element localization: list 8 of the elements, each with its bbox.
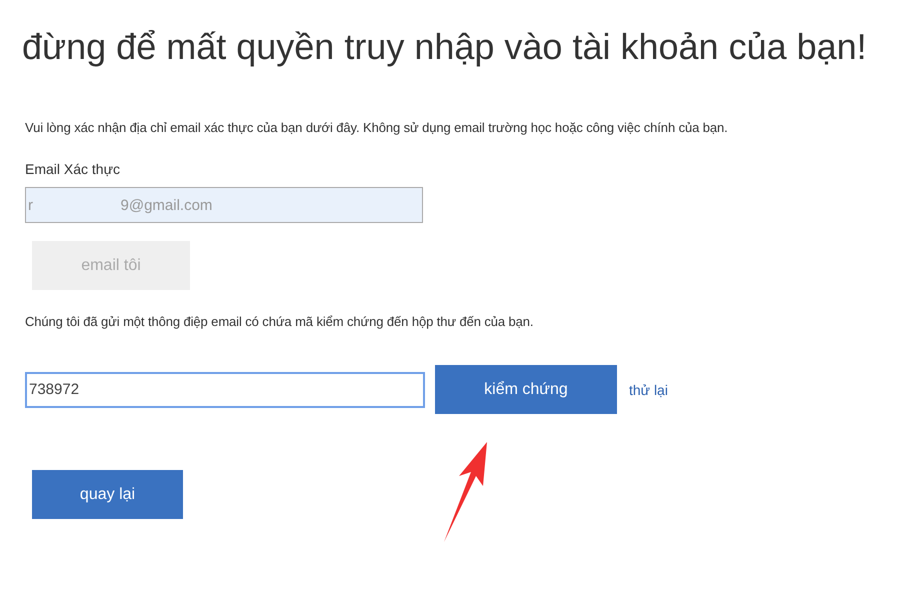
email-label: Email Xác thực xyxy=(25,161,121,177)
sent-message: Chúng tôi đã gửi một thông điệp email có chứa mã kiểm chứng đến hộp thư đến của bạn. xyxy=(25,314,534,329)
verify-button[interactable]: kiểm chứng xyxy=(435,365,617,414)
instructions-text: Vui lòng xác nhận địa chỉ email xác thực của bạn dưới đây. Không sử dụng email trường học hoặc công việc chính của bạn. xyxy=(25,120,729,135)
back-button[interactable]: quay lại xyxy=(32,470,183,519)
retry-link[interactable]: thử lại xyxy=(629,382,668,398)
page-title: đừng để mất quyền truy nhập vào tài khoản của bạn! xyxy=(22,26,868,68)
code-field[interactable]: 738972 xyxy=(25,372,425,408)
